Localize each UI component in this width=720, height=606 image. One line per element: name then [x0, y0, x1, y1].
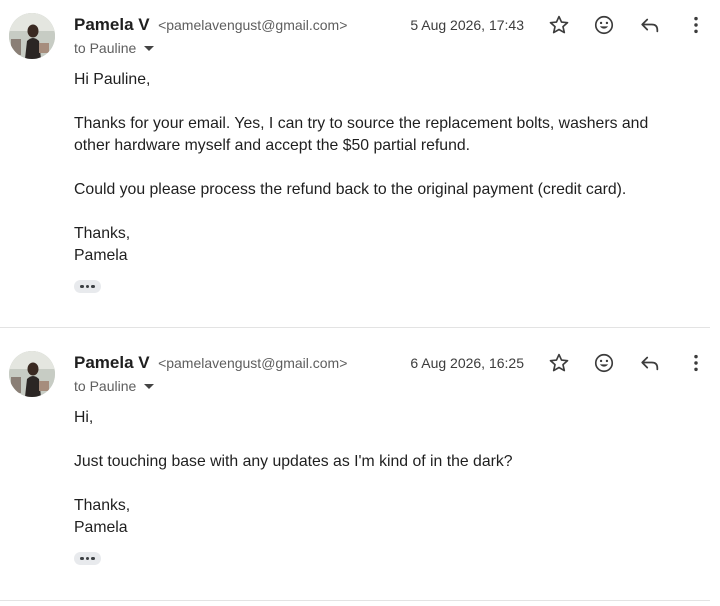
caret-down-icon: [144, 45, 155, 51]
star-button[interactable]: [546, 12, 572, 38]
body-paragraph: Thanks for your email. Yes, I can try to…: [74, 115, 649, 154]
greeting: Hi Pauline,: [74, 71, 151, 88]
signoff: Thanks,: [74, 225, 131, 242]
signature: Pamela: [74, 247, 128, 264]
more-options-button[interactable]: [683, 12, 709, 38]
show-trimmed-content-icon: [91, 284, 95, 289]
signoff: Thanks,: [74, 497, 131, 514]
more-options-button[interactable]: [683, 350, 709, 376]
message-body: Hi, Just touching base with any updates …: [74, 407, 674, 539]
sender: Pamela V <pamelavengust@gmail.com>: [74, 353, 347, 373]
message-body: Hi Pauline, Thanks for your email. Yes, …: [74, 69, 674, 267]
add-reaction-icon: [594, 353, 614, 373]
show-trimmed-content-icon: [80, 284, 84, 289]
show-trimmed-content-button[interactable]: [74, 280, 101, 293]
reply-icon: [641, 356, 659, 371]
avatar[interactable]: [9, 13, 55, 59]
recipient-label: to Pauline: [74, 40, 137, 56]
sender-name[interactable]: Pamela V: [74, 353, 150, 372]
timestamp: 5 Aug 2026, 17:43: [410, 17, 524, 33]
avatar-photo-icon: [9, 13, 55, 59]
more-vert-icon: [694, 354, 698, 372]
add-reaction-button[interactable]: [591, 12, 617, 38]
caret-down-icon: [144, 383, 155, 389]
recipient-label: to Pauline: [74, 378, 137, 394]
sender-name[interactable]: Pamela V: [74, 15, 150, 34]
add-reaction-icon: [594, 15, 614, 35]
reply-icon: [641, 18, 659, 33]
sender: Pamela V <pamelavengust@gmail.com>: [74, 15, 347, 35]
add-reaction-button[interactable]: [591, 350, 617, 376]
show-trimmed-content-button[interactable]: [74, 552, 101, 565]
show-trimmed-content-icon: [80, 556, 84, 561]
recipient-details-toggle[interactable]: to Pauline: [74, 40, 155, 56]
reply-button[interactable]: [637, 12, 663, 38]
greeting: Hi,: [74, 409, 94, 426]
email-message: Pamela V <pamelavengust@gmail.com> to Pa…: [0, 328, 720, 600]
show-trimmed-content-icon: [85, 556, 90, 561]
recipient-details-toggle[interactable]: to Pauline: [74, 378, 155, 394]
sender-email: <pamelavengust@gmail.com>: [158, 17, 348, 33]
reply-button[interactable]: [637, 350, 663, 376]
body-paragraph: Just touching base with any updates as I…: [74, 453, 513, 470]
show-trimmed-content-icon: [91, 556, 95, 561]
timestamp: 6 Aug 2026, 16:25: [410, 355, 524, 371]
sender-email: <pamelavengust@gmail.com>: [158, 355, 348, 371]
show-trimmed-content-icon: [85, 284, 90, 289]
star-icon: [549, 353, 569, 372]
email-message: Pamela V <pamelavengust@gmail.com> to Pa…: [0, 0, 720, 327]
signature: Pamela: [74, 519, 128, 536]
avatar[interactable]: [9, 351, 55, 397]
message-divider: [0, 600, 710, 601]
avatar-photo-icon: [9, 351, 55, 397]
star-button[interactable]: [546, 350, 572, 376]
star-icon: [549, 15, 569, 34]
more-vert-icon: [694, 16, 698, 34]
body-paragraph: Could you please process the refund back…: [74, 181, 627, 198]
